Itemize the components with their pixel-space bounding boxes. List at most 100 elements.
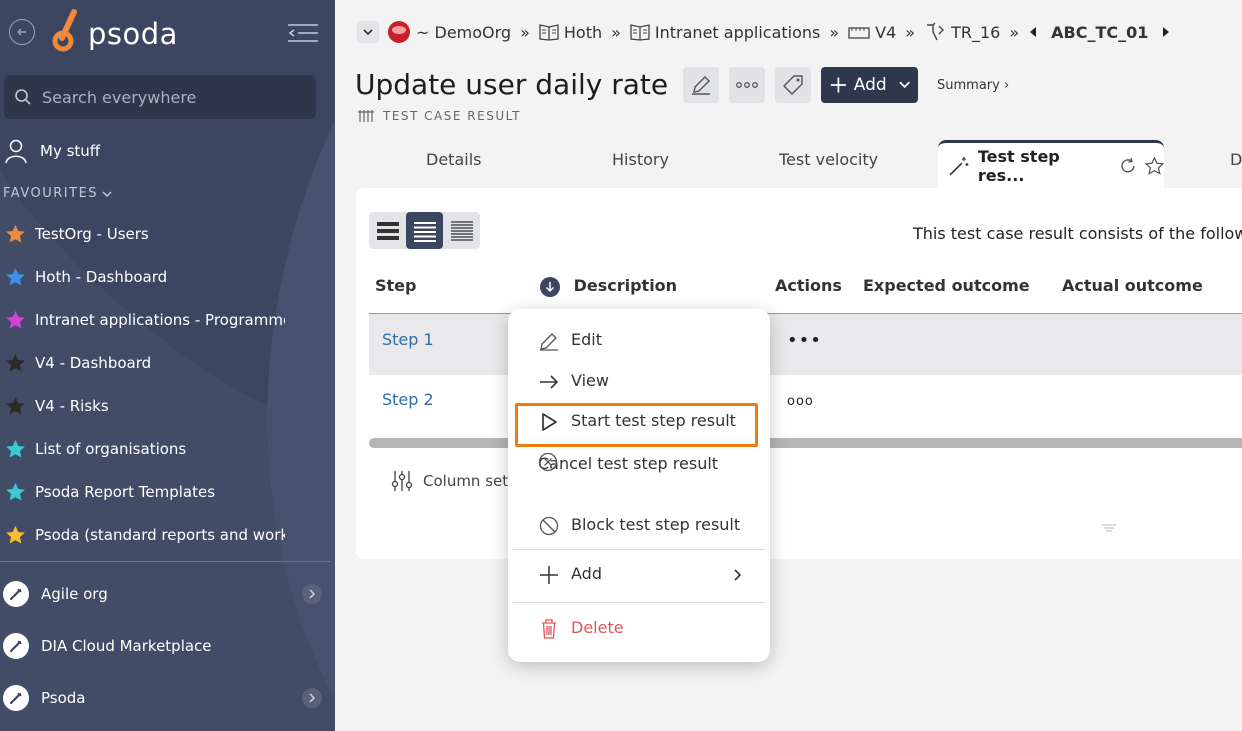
- menu-item-block-test-step-result[interactable]: Block test step result: [538, 515, 740, 537]
- view-large-button[interactable]: [369, 212, 406, 249]
- block-icon: [538, 515, 560, 537]
- sidebar-divider: [0, 561, 330, 562]
- breadcrumb-item[interactable]: TR_16: [924, 22, 1000, 42]
- test-run-icon: [927, 22, 945, 41]
- menu-item-view[interactable]: View: [538, 371, 609, 393]
- favourite-label: Psoda (standard reports and work...: [35, 525, 285, 544]
- favourite-item[interactable]: List of organisations: [0, 427, 335, 470]
- chevron-down-icon: [102, 190, 112, 197]
- column-actual-outcome[interactable]: Actual outcome: [1062, 276, 1203, 295]
- favourite-item[interactable]: Psoda Report Templates: [0, 470, 335, 513]
- page-title: Update user daily rate: [355, 68, 669, 101]
- star-icon: [6, 439, 25, 458]
- column-actions[interactable]: Actions: [775, 276, 842, 295]
- favourites-heading[interactable]: FAVOURITES: [3, 186, 112, 201]
- edit-button[interactable]: [683, 67, 719, 103]
- row-actions-button[interactable]: ooo: [787, 394, 814, 409]
- tab-next-partial[interactable]: D: [1230, 150, 1242, 169]
- arrow-right-icon: [538, 371, 560, 393]
- view-compact-button[interactable]: [443, 212, 480, 249]
- favourite-item[interactable]: V4 - Dashboard: [0, 341, 335, 384]
- previous-triangle-icon[interactable]: [1028, 26, 1038, 38]
- next-triangle-icon[interactable]: [1161, 26, 1171, 38]
- organisation-item[interactable]: Psoda: [0, 672, 335, 724]
- row-context-menu: Edit View Start test step result Cancel …: [508, 309, 770, 662]
- favourite-item[interactable]: V4 - Risks: [0, 384, 335, 427]
- menu-item-edit[interactable]: Edit: [538, 330, 602, 352]
- breadcrumb-item[interactable]: Hoth: [539, 23, 602, 42]
- step-link[interactable]: Step 2: [382, 390, 434, 409]
- favourite-item[interactable]: Hoth - Dashboard: [0, 255, 335, 298]
- menu-item-delete[interactable]: Delete: [538, 618, 624, 640]
- more-options-button[interactable]: [729, 67, 765, 103]
- add-button[interactable]: Add: [821, 67, 918, 103]
- breadcrumb-label: V4: [875, 22, 897, 42]
- search-box[interactable]: [4, 75, 316, 119]
- tab-test-step-results[interactable]: Test step res...: [938, 140, 1164, 188]
- breadcrumb-dropdown-button[interactable]: [357, 21, 379, 43]
- organisation-list: Agile org DIA Cloud Marketplace Psoda: [0, 568, 335, 724]
- rows-large-icon: [376, 221, 399, 240]
- menu-item-add[interactable]: Add: [538, 564, 748, 586]
- breadcrumb-item[interactable]: Intranet applications: [630, 23, 820, 42]
- menu-item-label: Cancel test step result: [538, 454, 719, 473]
- tab-details[interactable]: Details: [426, 150, 481, 169]
- arrow-left-icon: [16, 28, 26, 36]
- pencil-icon: [692, 76, 710, 95]
- plus-icon: [538, 564, 560, 586]
- sort-descending-icon[interactable]: [540, 276, 560, 297]
- menu-item-label: Edit: [571, 330, 602, 349]
- table-row: Step 2 ooo: [369, 376, 1242, 438]
- star-icon: [6, 525, 25, 544]
- breadcrumb-separator: »: [905, 22, 916, 42]
- view-medium-button[interactable]: [406, 212, 443, 249]
- sidebar: psoda My stuff FAVOURITES TestOrg - User…: [0, 0, 335, 731]
- plus-icon: [830, 77, 846, 93]
- menu-item-start-test-step-result[interactable]: Start test step result: [538, 411, 736, 433]
- horizontal-scrollbar[interactable]: [369, 438, 1242, 448]
- row-actions-button[interactable]: •••: [787, 330, 822, 351]
- expand-arrow-icon[interactable]: [302, 688, 322, 708]
- breadcrumb-current-label: ABC_TC_01: [1051, 22, 1149, 42]
- organisation-item[interactable]: DIA Cloud Marketplace: [0, 620, 335, 672]
- favourite-item[interactable]: Psoda (standard reports and work...: [0, 513, 335, 556]
- favourite-item[interactable]: TestOrg - Users: [0, 212, 335, 255]
- tab-test-velocity[interactable]: Test velocity: [779, 150, 878, 169]
- summary-link[interactable]: Summary ›: [937, 78, 1009, 93]
- resize-handle-icon[interactable]: [1101, 518, 1117, 537]
- breadcrumb-org[interactable]: ~ DemoOrg: [387, 20, 511, 44]
- column-step[interactable]: Step: [375, 276, 416, 295]
- favourite-label: Intranet applications - Programme...: [35, 310, 285, 329]
- add-button-label: Add: [853, 75, 887, 95]
- breadcrumb-label: Hoth: [563, 22, 603, 42]
- favourite-item[interactable]: Intranet applications - Programme...: [0, 298, 335, 341]
- star-outline-icon[interactable]: [1145, 156, 1164, 175]
- psoda-logo[interactable]: psoda: [52, 8, 178, 52]
- star-icon: [6, 353, 25, 372]
- expand-arrow-icon[interactable]: [302, 584, 322, 604]
- tag-button[interactable]: [775, 67, 811, 103]
- my-stuff-link[interactable]: My stuff: [4, 136, 100, 166]
- collapse-sidebar-button[interactable]: [286, 22, 320, 48]
- organisation-label: DIA Cloud Marketplace: [41, 637, 212, 655]
- star-icon: [6, 267, 25, 286]
- menu-item-label: Add: [571, 564, 602, 583]
- menu-item-cancel-test-step-result[interactable]: Cancel test step result: [538, 452, 758, 475]
- my-stuff-label: My stuff: [40, 142, 101, 160]
- column-expected-outcome[interactable]: Expected outcome: [863, 276, 1030, 295]
- organisation-item[interactable]: Agile org: [0, 568, 335, 620]
- tab-history[interactable]: History: [612, 150, 669, 169]
- breadcrumb-org-label: ~ DemoOrg: [416, 22, 512, 42]
- breadcrumb: ~ DemoOrg » Hoth » Intranet applications…: [357, 20, 1171, 44]
- refresh-icon[interactable]: [1119, 157, 1137, 175]
- breadcrumb-separator: »: [520, 22, 530, 42]
- column-description[interactable]: Description: [540, 276, 677, 297]
- breadcrumb-separator: »: [1009, 22, 1020, 42]
- breadcrumb-item[interactable]: V4: [848, 23, 896, 42]
- menu-item-label: Delete: [571, 618, 624, 637]
- ellipsis-icon: [736, 82, 758, 88]
- step-link[interactable]: Step 1: [382, 330, 434, 349]
- column-settings-button[interactable]: Column setti: [391, 470, 518, 492]
- back-button[interactable]: [9, 19, 35, 45]
- search-input[interactable]: [42, 87, 302, 107]
